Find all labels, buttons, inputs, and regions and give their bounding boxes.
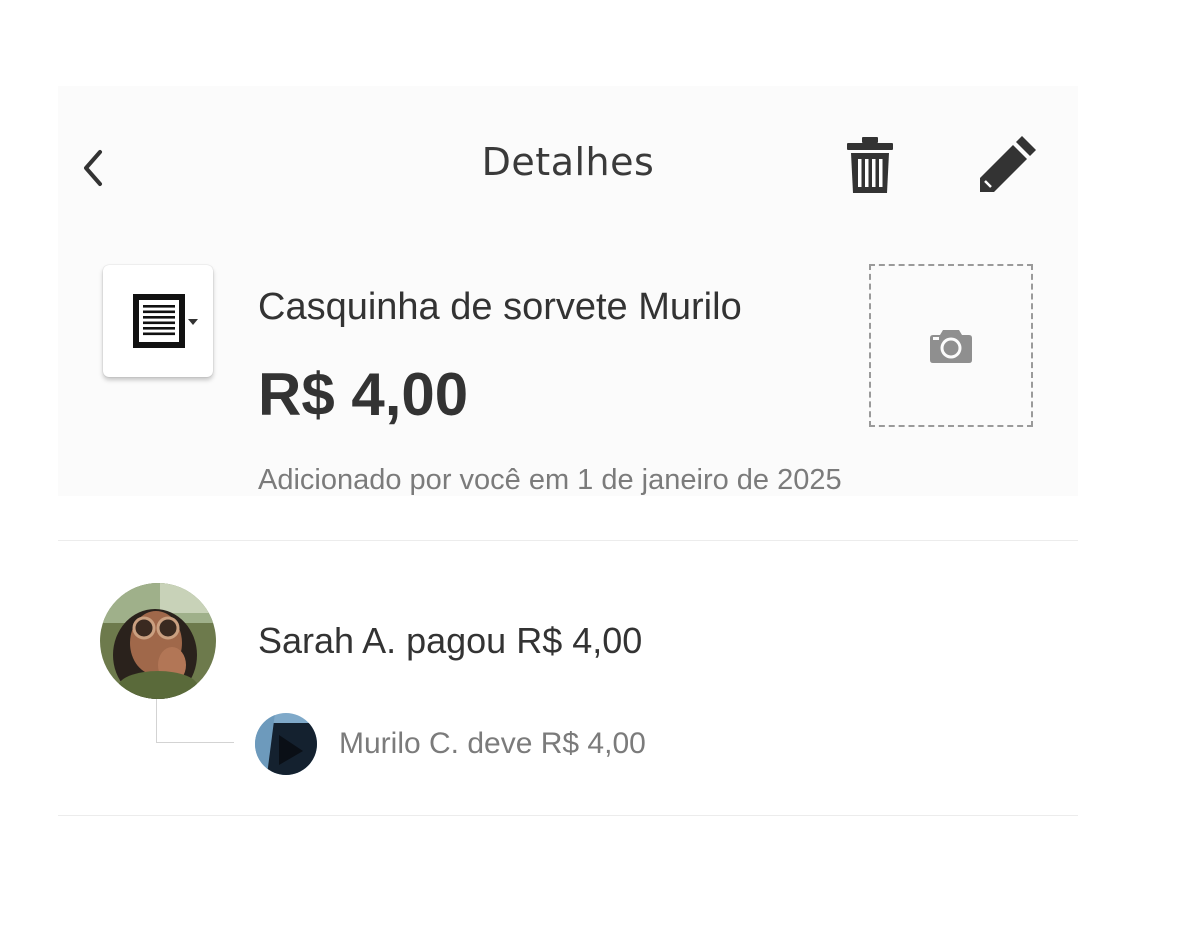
page-title: Detalhes [481,140,655,184]
camera-icon [930,329,972,363]
debtor-avatar [255,713,317,775]
trash-icon [847,137,893,193]
divider [58,815,1078,816]
add-photo-button[interactable] [869,264,1033,427]
added-by-text: Adicionado por você em 1 de janeiro de 2… [258,464,842,496]
pencil-icon [980,136,1036,192]
category-selector-button[interactable] [103,265,213,377]
caret-down-icon [188,319,198,325]
split-connector-line [156,699,234,743]
divider [58,540,1078,541]
debtor-summary: Murilo C. deve R$ 4,00 [339,727,646,760]
expense-name: Casquinha de sorvete Murilo [258,286,742,328]
receipt-document-icon [133,294,198,348]
edit-button[interactable] [970,128,1046,200]
delete-button[interactable] [838,130,902,200]
payer-summary: Sarah A. pagou R$ 4,00 [258,620,643,661]
expense-amount: R$ 4,00 [258,361,469,428]
payer-avatar [100,583,216,699]
